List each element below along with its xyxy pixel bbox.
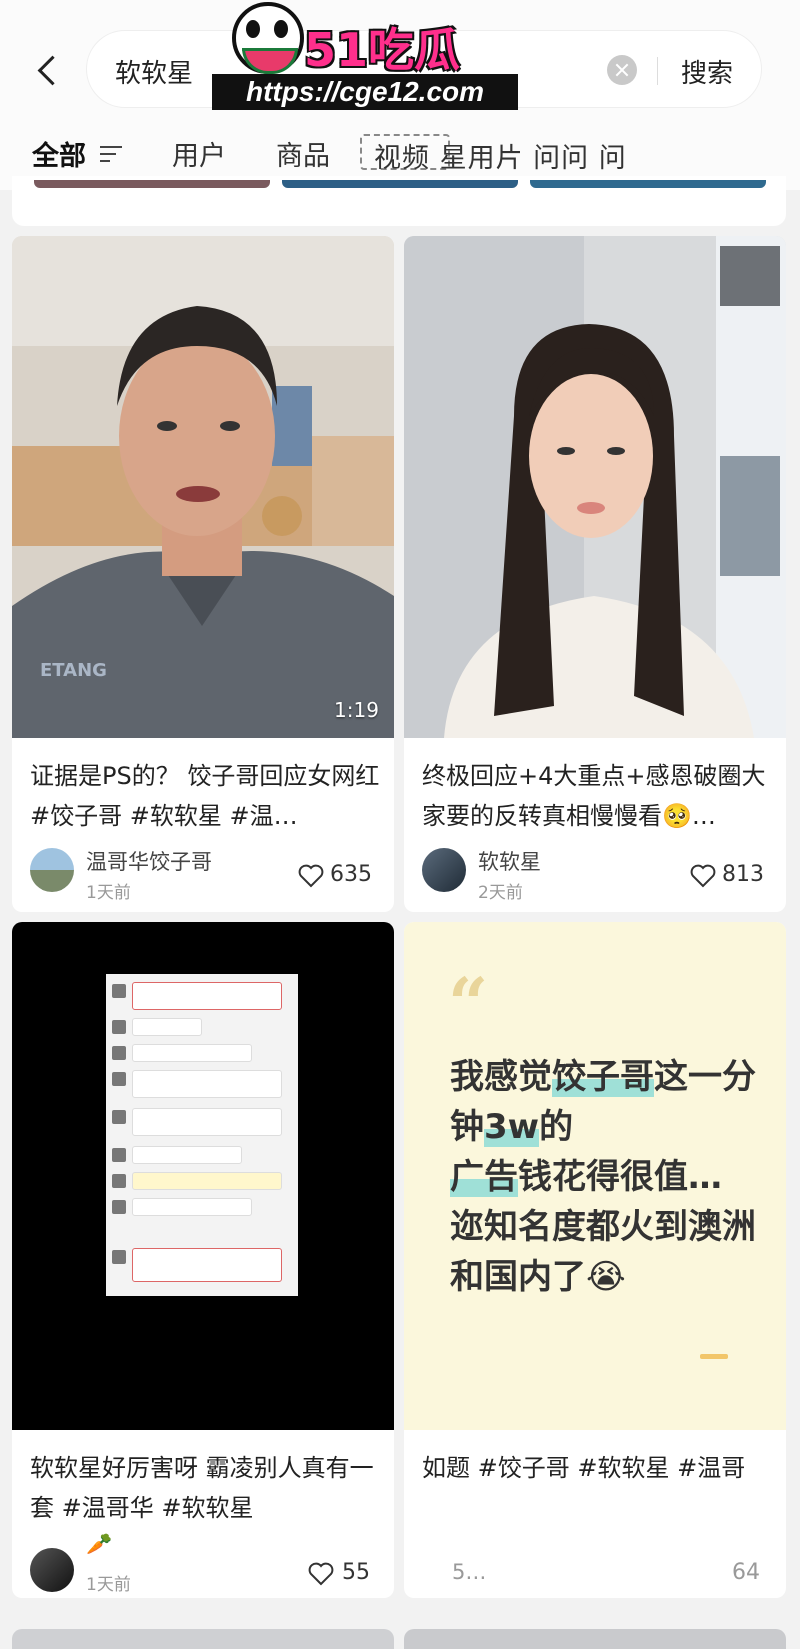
post-title[interactable]: 终极回应+4大重点+感恩破圈大家要的反转真相慢慢看🥺… [422,756,772,836]
quote-text: 我感觉饺子哥这一分钟3w的 广告钱花得很值… 迩知名度都火到澳洲和国内了😭 [450,1057,756,1297]
decor-dash [700,1354,728,1359]
watermark-logo: 51吃瓜 全网首发 https://cge12.com [212,0,518,112]
quote-thumbnail[interactable]: “ 我感觉饺子哥这一分钟3w的 广告钱花得很值… 迩知名度都火到澳洲和国内了😭 [404,922,786,1430]
previous-row-strip [12,176,786,226]
post-title[interactable]: 证据是PS的？ 饺子哥回应女网红 #饺子哥 #软软星 #温… [30,756,380,836]
filter-icon[interactable] [100,144,126,164]
tab-overlay-text: 视频 星用片 问问 问 [374,143,627,174]
video-duration: 1:19 [334,698,379,722]
video-thumbnail[interactable] [404,236,786,738]
tab-bar: 全部 用户 商品 视频 星用片 问问 问 [0,124,800,180]
author-name[interactable]: 温哥华饺子哥 [86,846,212,876]
top-bar: 软软星 搜索 51吃瓜 全网首发 https://cge12.com 全部 用户… [0,0,800,190]
heart-icon[interactable] [690,864,716,888]
heart-icon[interactable] [308,1562,334,1586]
like-count: 813 [722,862,764,887]
avatar[interactable] [422,848,466,892]
chat-screenshot-thumbnail[interactable] [12,922,394,1430]
avatar[interactable] [30,1548,74,1592]
post-card[interactable]: 软软星好厉害呀 霸凌别人真有一套 #温哥华 #软软星 🥕 1天前 55 [12,922,394,1598]
post-card[interactable]: ETANG 1:19 证据是PS的？ 饺子哥回应女网红 #饺子哥 #软软星 #温… [12,236,394,912]
strip-bar [282,180,518,188]
search-input[interactable]: 软软星 [115,53,193,90]
watermark-url: https://cge12.com [212,74,518,110]
watermark-title: 51吃瓜 [304,23,461,77]
tab-overlay-glitch[interactable]: 视频 星用片 问问 问 [360,132,770,174]
heart-icon[interactable] [298,864,324,888]
post-card[interactable]: 终极回应+4大重点+感恩破圈大家要的反转真相慢慢看🥺… 软软星 2天前 813 [404,236,786,912]
avatar[interactable] [30,848,74,892]
post-time: 1天前 [86,883,131,903]
strip-bar [530,180,766,188]
strip-bar [34,180,270,188]
search-button[interactable]: 搜索 [681,53,733,90]
post-title[interactable]: 如题 #饺子哥 #软软星 #温哥 [422,1448,772,1488]
post-time: 2天前 [478,883,523,903]
author-name[interactable]: 5… [452,1560,486,1584]
watermelon-icon [242,48,298,74]
post-time: 1天前 [86,1575,131,1595]
tab-users[interactable]: 用户 [172,134,226,173]
author-name[interactable]: 软软星 [478,846,541,876]
like-count: 64 [732,1560,760,1585]
tab-goods[interactable]: 商品 [276,134,330,173]
search-divider [657,57,658,85]
chat-screenshot [106,974,298,1296]
back-icon[interactable] [30,50,70,90]
video-thumbnail[interactable]: ETANG [12,236,394,738]
author-name[interactable]: 🥕 [86,1532,112,1557]
post-title[interactable]: 软软星好厉害呀 霸凌别人真有一套 #温哥华 #软软星 [30,1448,380,1528]
next-card-peek[interactable] [12,1629,394,1649]
svg-text:ETANG: ETANG [40,660,107,681]
quote-mark: “ [448,962,489,1045]
tab-all[interactable]: 全部 [32,134,86,173]
clear-icon[interactable] [607,55,637,85]
like-count: 55 [342,1560,370,1585]
next-card-peek[interactable] [404,1629,786,1649]
post-card[interactable]: “ 我感觉饺子哥这一分钟3w的 广告钱花得很值… 迩知名度都火到澳洲和国内了😭 如题… [404,922,786,1598]
like-count: 635 [330,862,372,887]
